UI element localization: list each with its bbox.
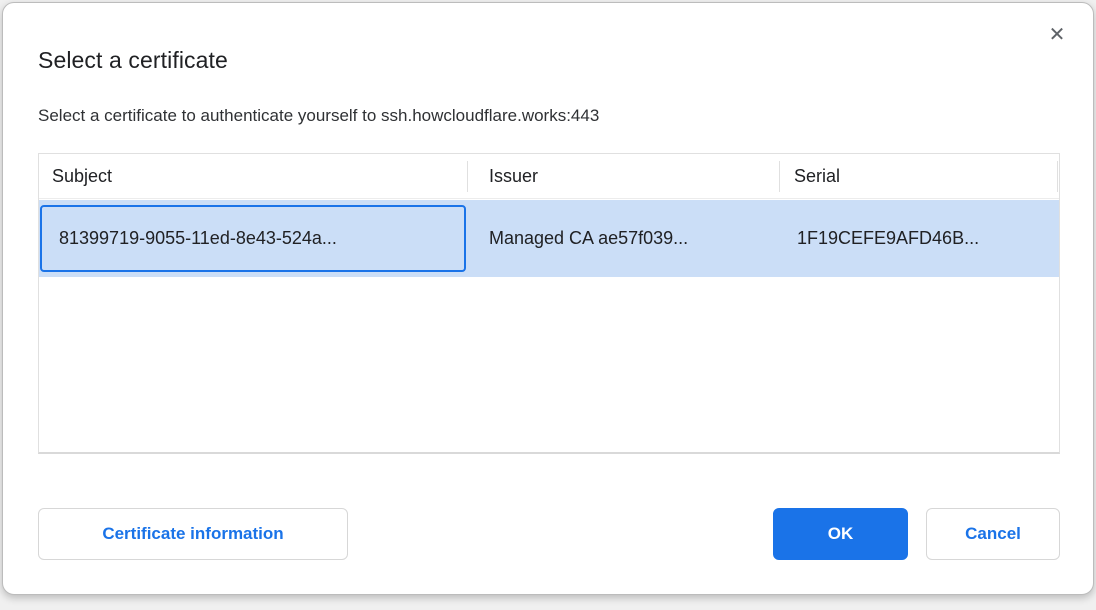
close-icon[interactable]: ✕	[1043, 21, 1071, 49]
cell-subject[interactable]: 81399719-9055-11ed-8e43-524a...	[39, 228, 467, 249]
certificate-select-dialog: ✕ Select a certificate Select a certific…	[2, 2, 1094, 595]
certificate-information-button[interactable]: Certificate information	[38, 508, 348, 560]
dialog-title: Select a certificate	[38, 47, 228, 74]
cell-issuer[interactable]: Managed CA ae57f039...	[467, 228, 779, 249]
cancel-button[interactable]: Cancel	[926, 508, 1060, 560]
column-divider	[467, 161, 468, 192]
column-divider	[1057, 161, 1058, 192]
certificate-row-selected[interactable]: 81399719-9055-11ed-8e43-524a... Managed …	[39, 200, 1059, 277]
column-header-subject: Subject	[39, 166, 467, 187]
cell-serial[interactable]: 1F19CEFE9AFD46B...	[779, 228, 1057, 249]
column-header-serial: Serial	[779, 166, 1057, 187]
column-header-issuer: Issuer	[467, 166, 779, 187]
close-icon-glyph: ✕	[1049, 25, 1066, 45]
ok-button[interactable]: OK	[773, 508, 908, 560]
certificate-table: Subject Issuer Serial 81399719-9055-11ed…	[38, 153, 1060, 454]
column-divider	[779, 161, 780, 192]
table-header-row: Subject Issuer Serial	[39, 154, 1059, 199]
dialog-subtitle: Select a certificate to authenticate you…	[38, 106, 599, 126]
